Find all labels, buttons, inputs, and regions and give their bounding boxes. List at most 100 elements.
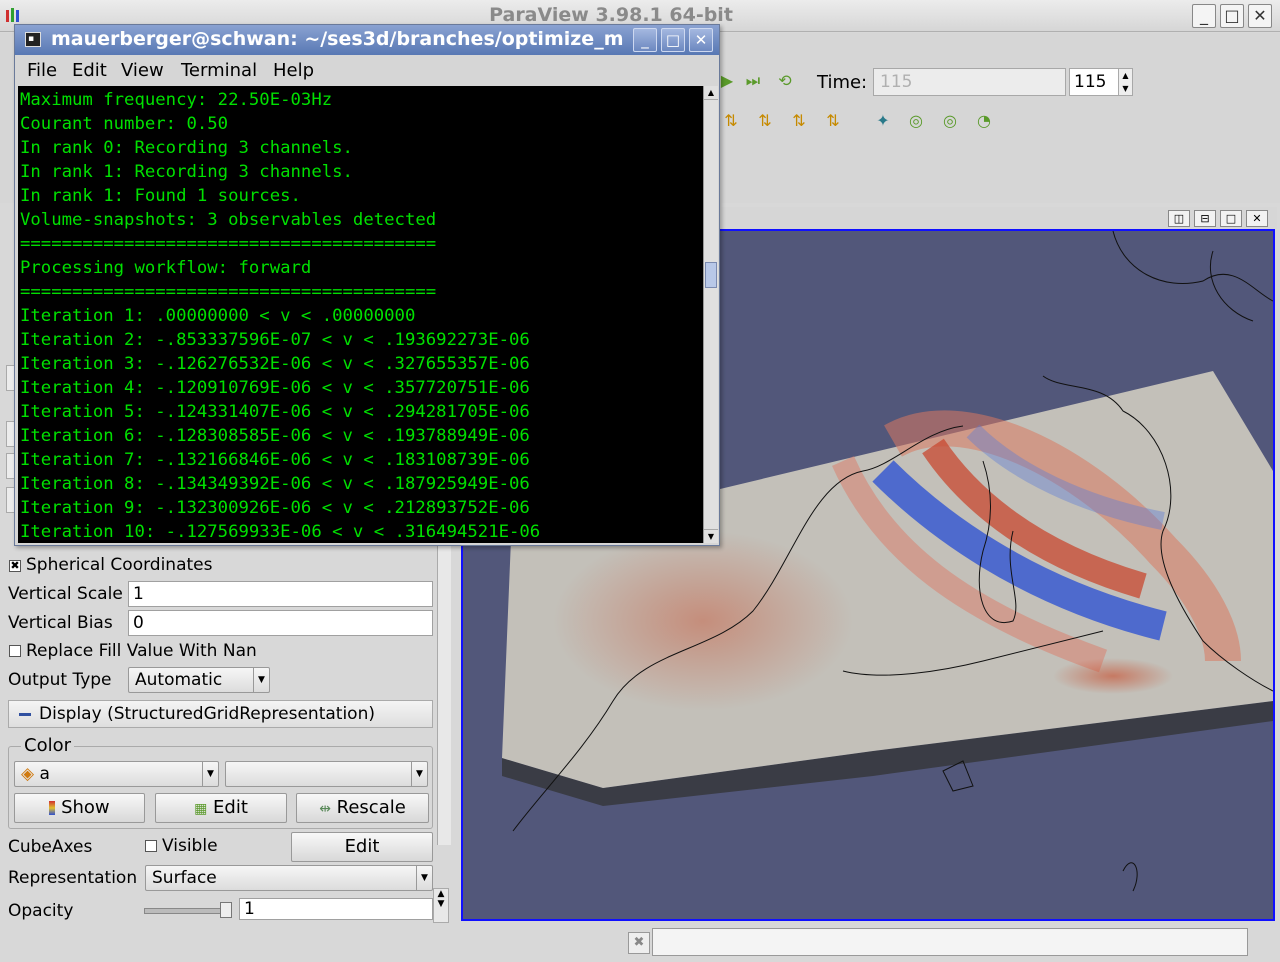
coastline bbox=[1209, 250, 1254, 322]
output-type-label: Output Type bbox=[8, 670, 112, 690]
display-section-header[interactable]: Display (StructuredGridRepresentation) bbox=[8, 700, 433, 728]
rotate-2-icon[interactable]: ◎ bbox=[937, 108, 963, 134]
terminal-line: Iteration 6: -.128308585E-06 < v < .1937… bbox=[20, 426, 530, 446]
terminal-line: ======================================== bbox=[20, 282, 437, 302]
vertical-scale-label: Vertical Scale bbox=[8, 584, 123, 604]
representation-value: Surface bbox=[152, 868, 217, 888]
vertical-bias-input[interactable]: 0 bbox=[128, 610, 433, 636]
coastline bbox=[1122, 862, 1138, 892]
status-bar: ✖ bbox=[0, 925, 1280, 962]
output-type-value: Automatic bbox=[135, 670, 223, 690]
cube-axes-visible-label: Visible bbox=[162, 836, 218, 856]
terminal-scrollbar[interactable]: ▲ ▼ bbox=[703, 86, 718, 543]
opacity-slider-handle[interactable] bbox=[220, 902, 232, 918]
rescale-button-label: Rescale bbox=[336, 797, 406, 818]
display-section-title: Display (StructuredGridRepresentation) bbox=[39, 704, 375, 724]
wave-patch bbox=[1053, 658, 1173, 694]
last-frame-icon[interactable]: ⏭ bbox=[740, 68, 766, 94]
spherical-coordinates-checkbox[interactable]: ✖ bbox=[9, 560, 21, 572]
color-map-icon: ▦ bbox=[194, 801, 208, 817]
terminal-line: Iteration 8: -.134349392E-06 < v < .1879… bbox=[20, 474, 530, 494]
close-icon[interactable]: ✖ bbox=[628, 932, 650, 954]
replace-fill-checkbox[interactable] bbox=[9, 645, 21, 657]
color-component-select[interactable]: ▼ bbox=[225, 761, 428, 787]
pick-center-icon[interactable]: ◔ bbox=[971, 108, 997, 134]
terminal-line: In rank 0: Recording 3 channels. bbox=[20, 138, 353, 158]
terminal-close-button[interactable]: ✕ bbox=[689, 28, 713, 52]
time-field[interactable]: 115 bbox=[873, 68, 1066, 96]
spherical-coordinates-label: Spherical Coordinates bbox=[26, 555, 213, 575]
terminal-minimize-button[interactable]: _ bbox=[633, 28, 657, 52]
representation-select[interactable]: Surface ▼ bbox=[145, 865, 433, 891]
panel-scrollbar-arrows[interactable]: ▲ ▼ bbox=[433, 888, 449, 923]
rescale-icon: ⇹ bbox=[319, 801, 331, 817]
terminal-line: Iteration 4: -.120910769E-06 < v < .3577… bbox=[20, 378, 530, 398]
terminal-line: Iteration 3: -.126276532E-06 < v < .3276… bbox=[20, 354, 530, 374]
edit-color-map-button[interactable]: ▦ Edit bbox=[155, 793, 287, 823]
cube-axes-label: CubeAxes bbox=[8, 837, 93, 857]
chevron-down-icon: ▼ bbox=[253, 668, 269, 692]
color-group-title: Color bbox=[21, 735, 74, 756]
chevron-down-icon: ▼ bbox=[202, 762, 218, 786]
terminal-scrollbar-thumb[interactable] bbox=[705, 262, 717, 288]
split-vertical-icon[interactable]: ⊟ bbox=[1194, 210, 1216, 227]
view-minus-z-icon[interactable]: ⇅ bbox=[820, 108, 846, 134]
maximize-view-icon[interactable]: □ bbox=[1220, 210, 1242, 227]
terminal-maximize-button[interactable]: □ bbox=[661, 28, 685, 52]
terminal-line: Processing workflow: forward bbox=[20, 258, 312, 278]
chevron-down-icon: ▼ bbox=[416, 866, 432, 890]
replace-fill-label: Replace Fill Value With Nan bbox=[26, 641, 257, 661]
terminal-console[interactable]: Maximum frequency: 22.50E-03Hz Courant n… bbox=[18, 86, 703, 543]
terminal-line: Maximum frequency: 22.50E-03Hz bbox=[20, 90, 333, 110]
rescale-button[interactable]: ⇹ Rescale bbox=[296, 793, 429, 823]
scroll-up-icon[interactable]: ▲ bbox=[704, 86, 718, 100]
terminal-line: Iteration 5: -.124331407E-06 < v < .2942… bbox=[20, 402, 530, 422]
view-plus-y-icon[interactable]: ⇅ bbox=[718, 108, 744, 134]
time-spinbox-value: 115 bbox=[1074, 72, 1107, 92]
loop-icon[interactable]: ⟲ bbox=[772, 68, 798, 94]
menu-file[interactable]: File bbox=[27, 60, 57, 81]
terminal-line: Iteration 7: -.132166846E-06 < v < .1831… bbox=[20, 450, 530, 470]
paraview-window-title: ParaView 3.98.1 64-bit bbox=[489, 4, 733, 26]
terminal-line: In rank 1: Recording 3 channels. bbox=[20, 162, 353, 182]
maximize-button[interactable]: □ bbox=[1220, 4, 1244, 28]
center-axes-icon[interactable]: ✦ bbox=[870, 108, 896, 134]
time-spinbox[interactable]: 115 ▲ ▼ bbox=[1069, 68, 1133, 96]
cube-axes-visible-checkbox[interactable] bbox=[145, 840, 157, 852]
properties-panel: ✖ Spherical Coordinates Vertical Scale 1… bbox=[0, 545, 452, 925]
menu-terminal[interactable]: Terminal bbox=[181, 60, 257, 81]
edit-button-label: Edit bbox=[213, 797, 248, 818]
cell-data-icon: ◈ bbox=[21, 764, 35, 784]
terminal-line: Iteration 9: -.132300926E-06 < v < .2128… bbox=[20, 498, 530, 518]
representation-label: Representation bbox=[8, 868, 138, 888]
minimize-button[interactable]: _ bbox=[1192, 4, 1216, 28]
terminal-titlebar[interactable]: ▪ mauerberger@schwan: ~/ses3d/branches/o… bbox=[15, 25, 719, 55]
opacity-slider[interactable] bbox=[144, 908, 232, 914]
view-minus-y-icon[interactable]: ⇅ bbox=[752, 108, 778, 134]
split-horizontal-icon[interactable]: ◫ bbox=[1168, 210, 1190, 227]
color-group: Color ◈ a ▼ ▼ Show ▦ Edit ⇹ Rescale bbox=[8, 735, 433, 829]
menu-edit[interactable]: Edit bbox=[72, 60, 107, 81]
coastline bbox=[1112, 231, 1273, 302]
spin-arrows-icon[interactable]: ▲ ▼ bbox=[1118, 69, 1132, 95]
close-view-icon[interactable]: ✕ bbox=[1246, 210, 1268, 227]
view-plus-z-icon[interactable]: ⇅ bbox=[786, 108, 812, 134]
menu-help[interactable]: Help bbox=[273, 60, 314, 81]
color-legend-icon bbox=[49, 801, 56, 815]
terminal-line: Iteration 10: -.127569933E-06 < v < .316… bbox=[20, 522, 541, 542]
vertical-scale-input[interactable]: 1 bbox=[128, 581, 433, 607]
panel-scrollbar[interactable] bbox=[437, 545, 451, 845]
rotate-icon[interactable]: ◎ bbox=[903, 108, 929, 134]
color-array-value: a bbox=[39, 764, 50, 784]
output-type-select[interactable]: Automatic ▼ bbox=[128, 667, 270, 693]
cube-axes-edit-button[interactable]: Edit bbox=[291, 832, 433, 862]
opacity-input[interactable]: 1 bbox=[239, 898, 433, 920]
menu-view[interactable]: View bbox=[121, 60, 164, 81]
close-button[interactable]: ✕ bbox=[1248, 4, 1272, 28]
opacity-label: Opacity bbox=[8, 901, 74, 921]
vertical-bias-label: Vertical Bias bbox=[8, 613, 113, 633]
terminal-window[interactable]: ▪ mauerberger@schwan: ~/ses3d/branches/o… bbox=[14, 24, 720, 546]
color-array-select[interactable]: ◈ a ▼ bbox=[14, 761, 219, 787]
show-scalar-bar-button[interactable]: Show bbox=[14, 793, 145, 823]
scroll-down-icon[interactable]: ▼ bbox=[704, 529, 718, 543]
